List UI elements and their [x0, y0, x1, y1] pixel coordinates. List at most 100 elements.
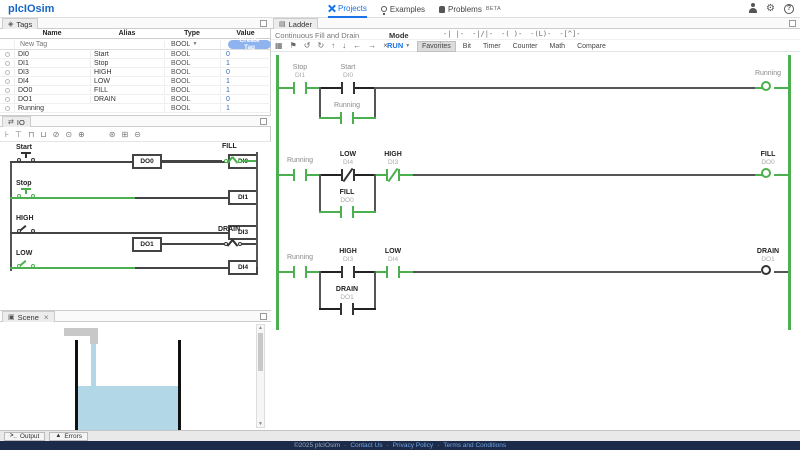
contact-low[interactable] [386, 266, 400, 278]
col-value[interactable]: Value [220, 30, 271, 37]
undo-icon[interactable]: ↺ [304, 41, 311, 50]
close-icon[interactable]: × [44, 313, 49, 322]
contact-running-seal[interactable] [340, 112, 354, 124]
tag-value[interactable]: 1 [220, 104, 271, 112]
address-box[interactable]: DI4 [228, 260, 258, 275]
tag-value[interactable]: 0 [220, 68, 271, 76]
toggle-switch-icon[interactable]: ⊓ [28, 130, 34, 139]
pushbutton-nc-icon[interactable]: ⊤ [15, 130, 22, 139]
contact-link[interactable]: Contact Us [350, 442, 382, 449]
fill-valve[interactable] [224, 154, 242, 166]
move-right-icon[interactable]: → [368, 41, 376, 50]
limit-switch-icon[interactable]: ⊔ [40, 130, 46, 139]
move-left-icon[interactable]: ← [353, 41, 361, 50]
type-dropdown[interactable]: BOOL ▼ [164, 40, 220, 48]
flag-icon[interactable]: ⚑ [290, 41, 297, 50]
scene-tab[interactable]: ▣ Scene × [2, 311, 55, 322]
create-tag-button[interactable]: Create Tag [228, 37, 271, 51]
coil-drain[interactable] [761, 265, 771, 275]
redo-icon[interactable]: ↻ [317, 41, 324, 50]
coil-fill[interactable] [761, 168, 771, 178]
contact-stop[interactable] [293, 82, 307, 94]
pushbutton-icon[interactable]: ⊦ [5, 130, 9, 139]
tab-favorites[interactable]: Favorites [417, 41, 456, 52]
expand-icon[interactable] [789, 20, 796, 27]
coil-running[interactable] [761, 81, 771, 91]
tag-value[interactable]: 1 [220, 77, 271, 85]
tab-compare[interactable]: Compare [572, 41, 611, 52]
force-toggle-icon[interactable] [4, 51, 10, 57]
nav-projects[interactable]: Projects [328, 0, 367, 18]
col-type[interactable]: Type [164, 30, 220, 37]
contact-start[interactable] [341, 82, 355, 94]
contact-fill-seal[interactable] [340, 206, 354, 218]
tab-timer[interactable]: Timer [478, 41, 506, 52]
lamp-icon[interactable]: ⊛ [109, 130, 116, 139]
scroll-down-icon[interactable]: ▼ [257, 421, 264, 427]
gear-icon[interactable]: ⚙ [766, 3, 775, 14]
contact-high-nc[interactable] [386, 167, 400, 183]
expand-icon[interactable] [260, 20, 267, 27]
help-icon[interactable]: ? [784, 3, 794, 14]
nc-contact-icon[interactable]: -|/|- [472, 30, 493, 38]
scene-scrollbar[interactable]: ▲ ▼ [256, 324, 265, 428]
coil-icon[interactable]: -( )- [501, 30, 522, 38]
tag-value[interactable]: 1 [220, 86, 271, 94]
sensor-icon[interactable]: ⊘ [53, 130, 60, 139]
move-up-icon[interactable]: ↑ [331, 41, 335, 50]
address-box[interactable]: DI1 [228, 190, 258, 205]
oneshot-icon[interactable]: -[^]- [559, 30, 580, 38]
force-toggle-icon[interactable] [4, 60, 10, 66]
nav-examples[interactable]: Examples [380, 0, 425, 18]
app-logo[interactable]: plcIOsim [8, 3, 54, 15]
tab-counter[interactable]: Counter [508, 41, 543, 52]
contact-high[interactable] [341, 266, 355, 278]
move-down-icon[interactable]: ↓ [342, 41, 346, 50]
latch-coil-icon[interactable]: -(L)- [530, 30, 551, 38]
level-switch-icon[interactable]: ⊙ [65, 130, 72, 139]
errors-tab[interactable]: ▲ Errors [49, 431, 89, 441]
address-box[interactable]: DO1 [132, 237, 162, 252]
nav-problems[interactable]: Problems BETA [439, 0, 501, 18]
col-alias[interactable]: Alias [90, 30, 164, 37]
privacy-link[interactable]: Privacy Policy [393, 442, 433, 449]
contact-drain-seal[interactable] [340, 303, 354, 315]
output-tab[interactable]: >_ Output [4, 431, 46, 441]
tag-value[interactable]: 0 [220, 50, 271, 58]
force-toggle-icon[interactable] [4, 96, 10, 102]
contact-running[interactable] [293, 266, 307, 278]
select-icon[interactable]: ▦ [275, 41, 283, 50]
tag-value[interactable]: 0 [220, 95, 271, 103]
col-name[interactable]: Name [14, 30, 90, 37]
ladder-tab[interactable]: ▤ Ladder [273, 18, 318, 29]
valve-icon[interactable]: ⊞ [121, 130, 128, 139]
scroll-up-icon[interactable]: ▲ [257, 325, 264, 331]
io-tab[interactable]: ⇄ IO [2, 116, 31, 127]
tags-tab[interactable]: ◈ Tags [2, 18, 39, 29]
low-level-sensor[interactable] [17, 259, 35, 271]
expand-icon[interactable] [260, 118, 267, 125]
address-box[interactable]: DO0 [132, 154, 162, 169]
new-tag-input[interactable] [18, 39, 88, 49]
force-toggle-icon[interactable] [4, 78, 10, 84]
mode-select[interactable]: RUN ▼ [387, 41, 410, 50]
scrollbar-thumb[interactable] [258, 333, 263, 371]
tab-bit[interactable]: Bit [458, 41, 476, 52]
contact-running[interactable] [293, 169, 307, 181]
expand-icon[interactable] [260, 313, 267, 320]
force-toggle-icon[interactable] [4, 87, 10, 93]
force-toggle-icon[interactable] [4, 105, 10, 111]
motor-icon[interactable]: ⊝ [134, 130, 141, 139]
contact-low-nc[interactable] [341, 167, 355, 183]
start-pushbutton[interactable] [17, 152, 35, 165]
user-icon[interactable] [748, 3, 757, 14]
tab-math[interactable]: Math [545, 41, 571, 52]
selector-icon[interactable]: ⊕ [78, 130, 85, 139]
no-contact-icon[interactable]: -| |- [443, 30, 464, 38]
terms-link[interactable]: Terms and Conditions [443, 442, 506, 449]
stop-pushbutton[interactable] [17, 188, 35, 201]
tag-value[interactable]: 1 [220, 59, 271, 67]
high-level-sensor[interactable] [17, 224, 35, 236]
force-toggle-icon[interactable] [4, 69, 10, 75]
drain-valve[interactable] [224, 237, 242, 249]
